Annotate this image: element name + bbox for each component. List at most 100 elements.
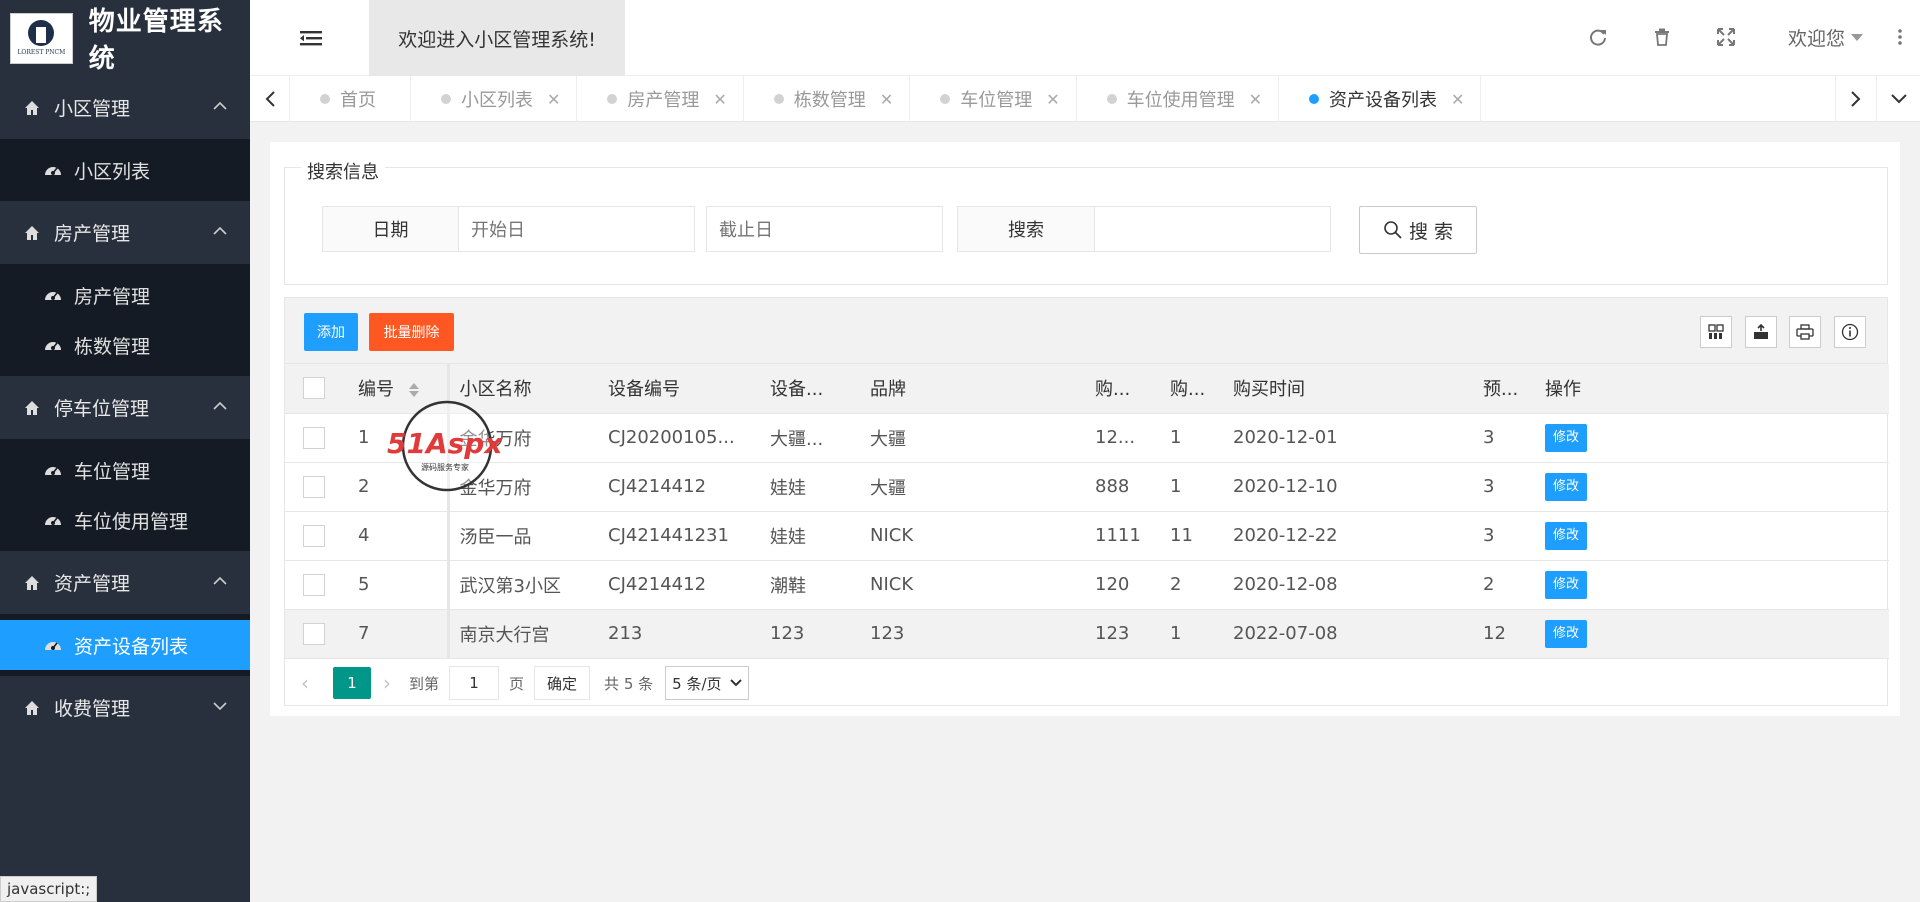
tab-label: 房产管理 [627,90,700,111]
asset-table: 编号 小区名称 设备编号 设备... 品牌 购... 购... 购买时间 预..… [285,364,1889,659]
page-1-button[interactable]: 1 [333,667,371,699]
user-menu[interactable]: 欢迎您 [1788,24,1864,51]
cell-years: 3 [1473,462,1535,512]
export-icon[interactable] [1745,316,1777,348]
select-all-checkbox[interactable] [303,377,325,400]
logo-area: LOREST PNCM 物业管理系统 [0,0,250,76]
tab[interactable]: 房产管理 ✕ [577,76,744,122]
batch-delete-button[interactable]: 批量删除 [369,313,454,351]
edit-button[interactable]: 修改 [1545,521,1587,550]
tab-dot-icon [320,94,330,104]
end-date-input[interactable]: 截止日 [706,206,943,252]
start-date-input[interactable]: 开始日 [458,206,695,252]
row-checkbox[interactable] [303,573,325,596]
edit-button[interactable]: 修改 [1545,423,1587,452]
sidebar-group-header[interactable]: 收费管理 [0,676,250,739]
sidebar-item[interactable]: 小区列表 [0,145,250,195]
tab[interactable]: 资产设备列表 ✕ [1279,76,1482,122]
print-icon[interactable] [1789,316,1821,348]
col-header-quantity: 购... [1160,364,1223,414]
sidebar-group: 小区管理 小区列表 [0,76,250,201]
cell-brand: 123 [860,609,1085,659]
table-row[interactable]: 4 汤臣一品 CJ421441231 娃娃 NICK 1111 11 2020-12-22 3 修… [285,511,1889,561]
row-checkbox[interactable] [303,426,325,449]
cell-community: 南京大行宫 [448,609,598,659]
tab-dot-icon [773,94,784,104]
cell-years: 12 [1473,609,1535,659]
sidebar-group-label: 停车位管理 [54,398,150,420]
sidebar-item[interactable]: 栋数管理 [0,320,250,370]
sidebar-group-header[interactable]: 资产管理 [0,551,250,614]
sidebar-item[interactable]: 资产设备列表 [0,620,250,670]
columns-icon[interactable] [1700,316,1732,348]
close-icon[interactable]: ✕ [713,90,726,109]
search-icon [1384,221,1402,239]
edit-button[interactable]: 修改 [1545,472,1587,501]
tabs-scroll-right[interactable] [1835,76,1875,122]
cell-community: 武汉第3小区 [448,560,598,610]
chevron-up-icon [213,226,227,235]
cell-community: 金华万府 [448,413,598,463]
next-page-icon[interactable]: › [383,671,403,695]
row-checkbox[interactable] [303,475,325,498]
tab[interactable]: 车位使用管理 ✕ [1077,76,1280,122]
cell-qty: 1 [1160,413,1223,463]
home-icon [25,400,39,415]
add-button[interactable]: 添加 [304,313,358,351]
table-row[interactable]: 2 金华万府 CJ4214412 娃娃 大疆 888 1 2020-12-10 3 修改 [285,462,1889,512]
goto-confirm-button[interactable]: 确定 [534,666,591,700]
page-size-select[interactable]: 5 条/页 [665,666,749,700]
col-header-id: 编号 [358,379,394,401]
tab[interactable]: 栋数管理 ✕ [744,76,911,122]
tab-label: 资产设备列表 [1329,90,1438,111]
tab[interactable]: 首页 [290,76,411,122]
sidebar-item[interactable]: 房产管理 [0,270,250,320]
close-icon[interactable]: ✕ [547,90,560,109]
tab[interactable]: 小区列表 ✕ [411,76,578,122]
tabs-scroll-left[interactable] [250,76,290,122]
row-checkbox[interactable] [303,524,325,547]
sidebar-group-header[interactable]: 房产管理 [0,201,250,264]
trash-icon[interactable] [1652,27,1672,47]
tab[interactable]: 车位管理 ✕ [910,76,1077,122]
tabs-dropdown[interactable] [1876,76,1920,122]
prev-page-icon[interactable]: ‹ [301,671,321,695]
fullscreen-icon[interactable] [1716,27,1736,47]
close-icon[interactable]: ✕ [1046,90,1059,109]
sidebar-group-header[interactable]: 停车位管理 [0,376,250,439]
sort-icon[interactable] [408,381,420,399]
close-icon[interactable]: ✕ [1249,90,1262,109]
sidebar-item[interactable]: 车位使用管理 [0,495,250,545]
row-checkbox[interactable] [303,622,325,645]
cell-code: 213 [598,609,760,659]
table-row[interactable]: 7 南京大行宫 213 123 123 123 1 2022-07-08 12 修改 [285,609,1889,659]
table-row[interactable]: 1 金华万府 CJ20200105... 大疆... 大疆 12... 1 2020-12-0… [285,413,1889,463]
table-row[interactable]: 5 武汉第3小区 CJ4214412 潮鞋 NICK 120 2 2020-12-08 2 修改 [285,560,1889,610]
cell-years: 3 [1473,413,1535,463]
edit-button[interactable]: 修改 [1545,619,1587,648]
table-toolbar: 添加 批量删除 [285,298,1887,364]
keyword-input[interactable] [1094,206,1331,252]
menu-toggle-icon[interactable] [300,29,322,47]
sidebar-item-label: 车位使用管理 [74,510,189,533]
cell-qty: 2 [1160,560,1223,610]
page-unit-label: 页 [509,674,525,693]
sidebar-menu: 小区管理 小区列表 房产管理 房产管理 栋数管理 停车位管理 车位管理 车位使用管理 资产管理资… [0,76,250,739]
close-icon[interactable]: ✕ [1451,90,1464,109]
tab-label: 车位管理 [960,90,1033,111]
edit-button[interactable]: 修改 [1545,570,1587,599]
info-icon[interactable] [1834,316,1866,348]
sidebar-submenu: 资产设备列表 [0,614,250,676]
cell-code: CJ4214412 [598,462,760,512]
sidebar-group-header[interactable]: 小区管理 [0,76,250,139]
search-button[interactable]: 搜 索 [1359,206,1477,254]
home-icon [25,100,39,115]
sidebar-item[interactable]: 车位管理 [0,445,250,495]
close-icon[interactable]: ✕ [880,90,893,109]
more-vertical-icon[interactable] [1890,27,1910,47]
goto-page-input[interactable]: 1 [449,666,500,700]
col-header-years: 预... [1473,364,1535,414]
refresh-icon[interactable] [1588,27,1608,47]
cell-price: 123 [1085,609,1160,659]
cell-code: CJ421441231 [598,511,760,561]
